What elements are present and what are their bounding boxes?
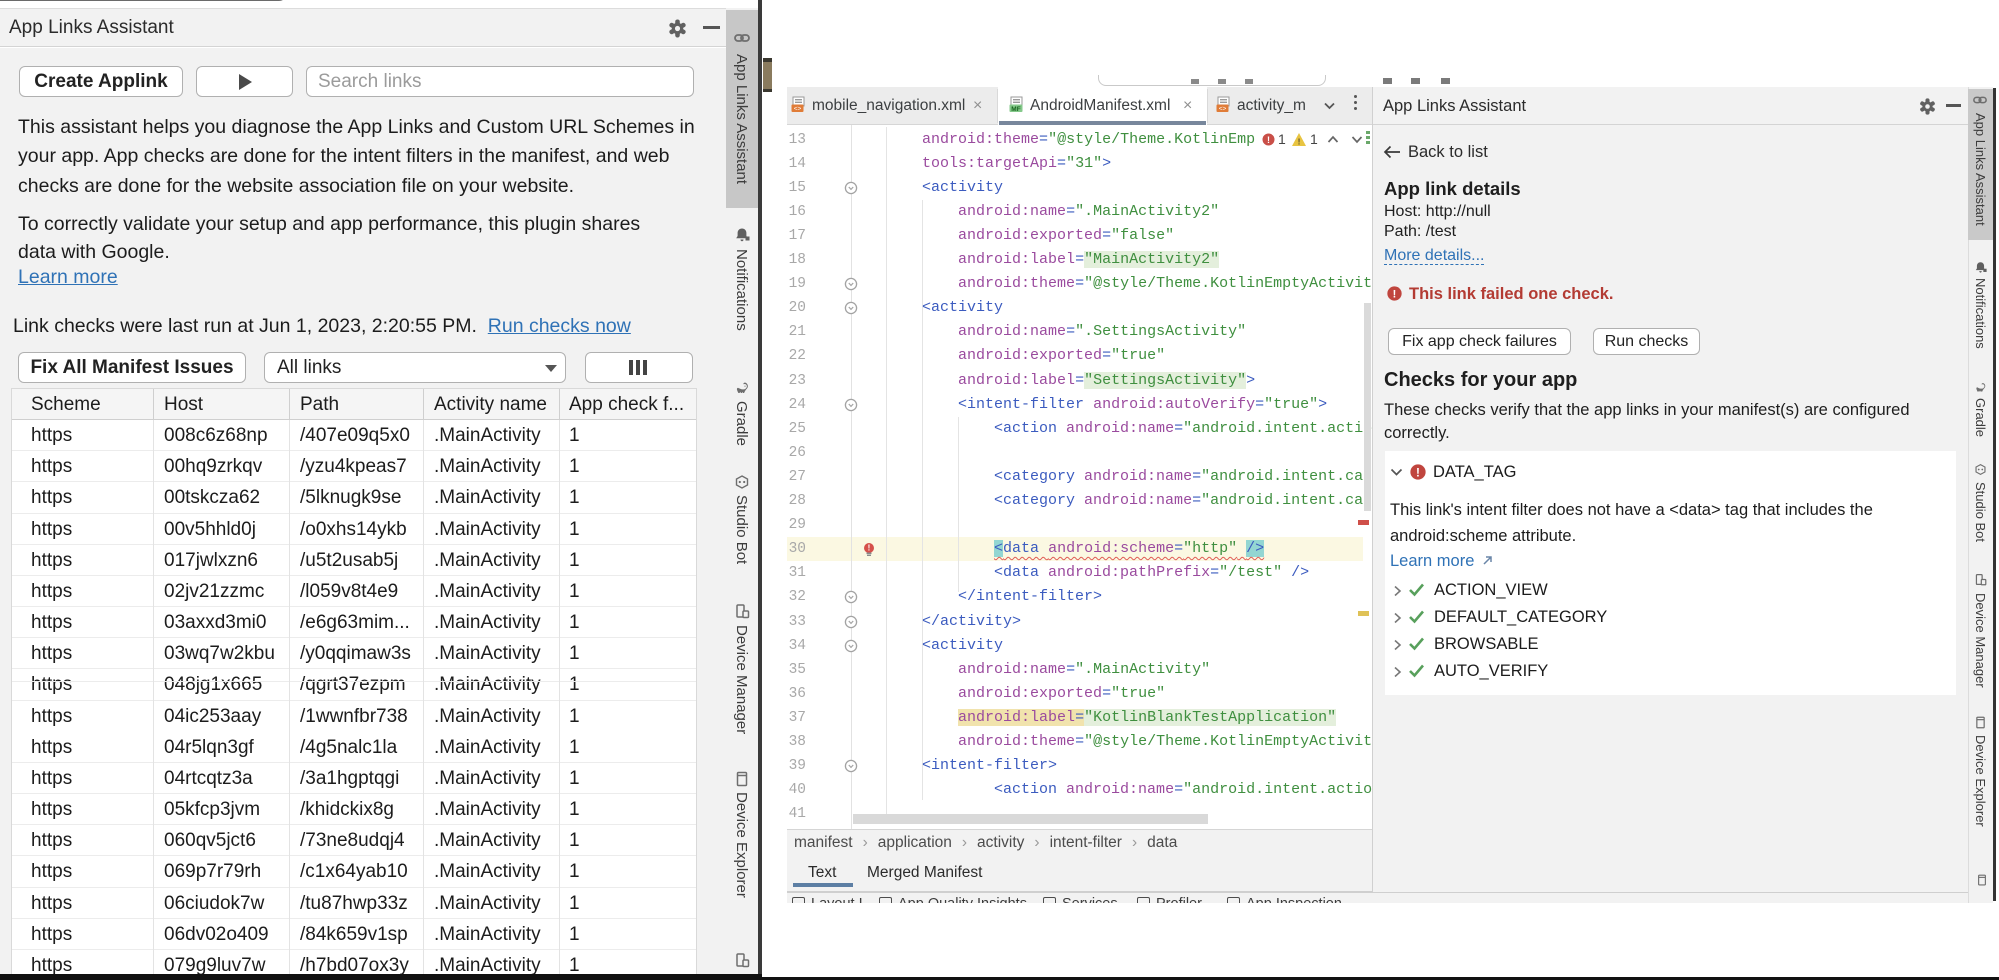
svg-text:!: ! [1298,137,1301,147]
svg-text:<>: <> [794,106,802,113]
svg-text:!: ! [1267,135,1270,145]
svg-text:MF: MF [1011,106,1020,113]
svg-text:!: ! [1393,289,1397,301]
svg-text:<>: <> [1219,106,1227,113]
svg-text:!: ! [1416,466,1420,479]
